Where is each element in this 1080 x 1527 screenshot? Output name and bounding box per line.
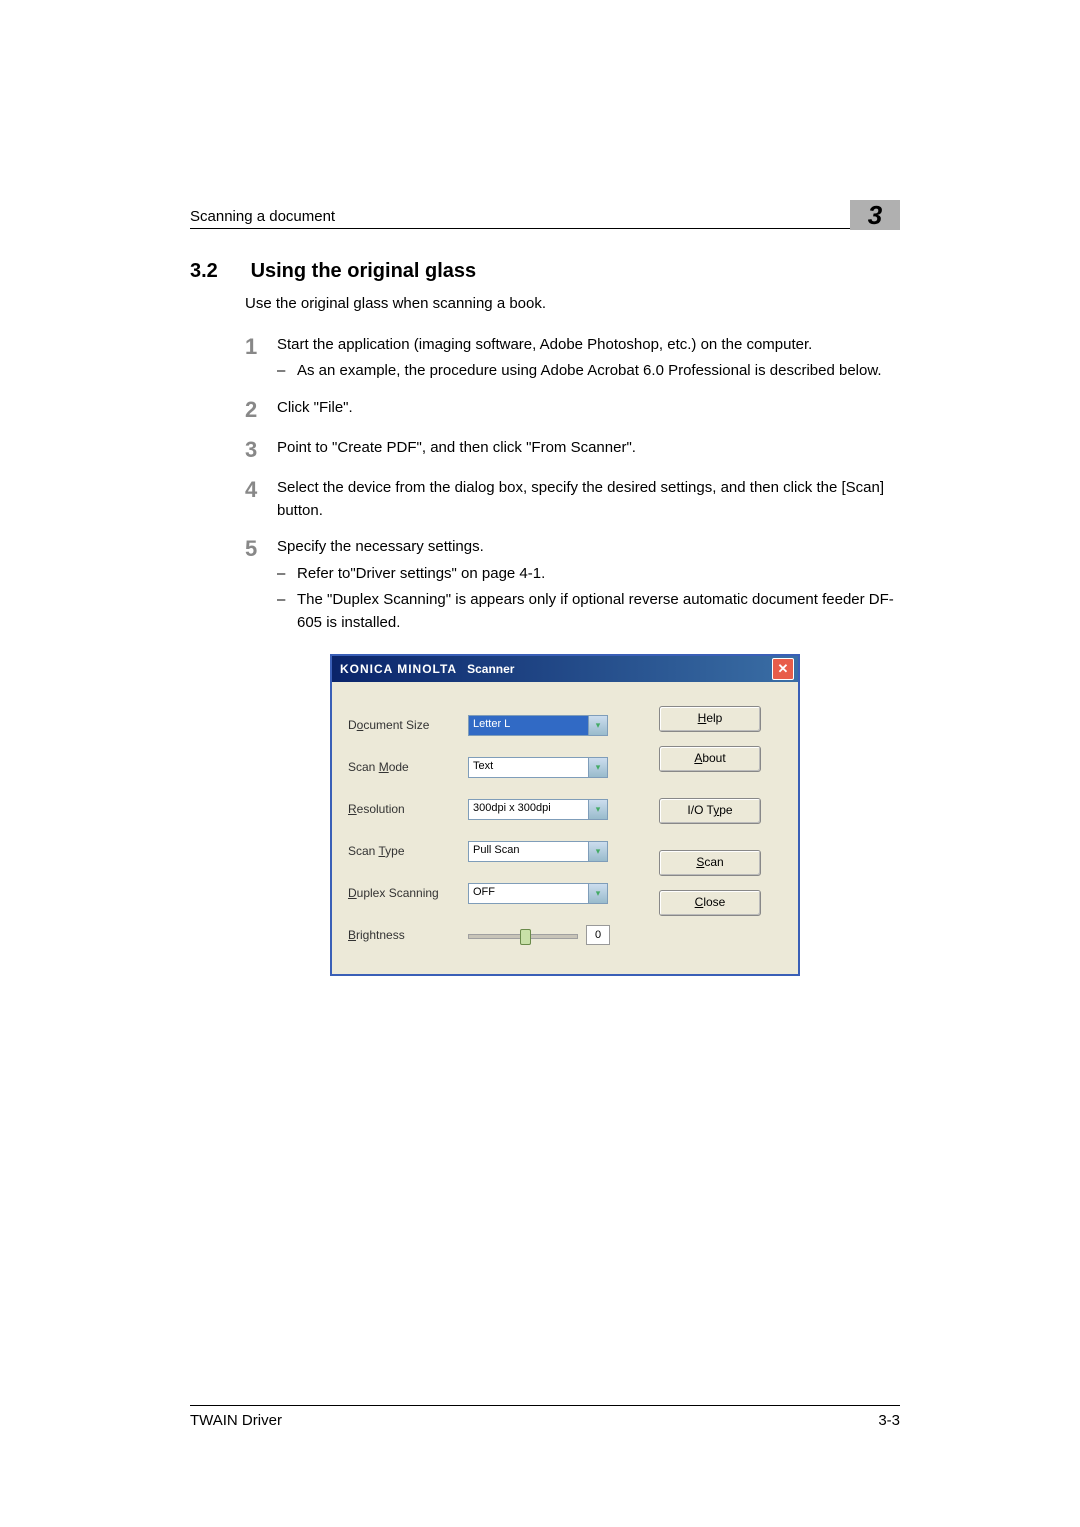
duplex-select[interactable]: OFF ▾ xyxy=(468,883,608,904)
page: Scanning a document 3 3.2 Using the orig… xyxy=(0,0,1080,1527)
dash-icon: – xyxy=(277,589,297,634)
step-body: Point to "Create PDF", and then click "F… xyxy=(277,437,900,463)
titlebar: KONICA MINOLTA Scanner ✕ xyxy=(332,656,798,682)
chevron-down-icon[interactable]: ▾ xyxy=(588,842,607,861)
label-scan-type: Scan Type xyxy=(348,844,468,858)
dialog-body: Document Size Letter L ▾ Scan Mode Text … xyxy=(332,682,798,974)
label-duplex: Duplex Scanning xyxy=(348,886,468,900)
step: 5Specify the necessary settings. –Refer t… xyxy=(245,536,900,634)
label-scan-mode: Scan Mode xyxy=(348,760,468,774)
chevron-down-icon[interactable]: ▾ xyxy=(588,716,607,735)
row-scan-mode: Scan Mode Text ▾ xyxy=(348,746,638,788)
resolution-value: 300dpi x 300dpi xyxy=(469,800,588,819)
step-text: Point to "Create PDF", and then click "F… xyxy=(277,437,900,460)
slider-thumb[interactable] xyxy=(520,929,531,945)
step-list: 1Start the application (imaging software… xyxy=(190,334,900,635)
left-column: Document Size Letter L ▾ Scan Mode Text … xyxy=(348,704,638,956)
chapter-number: 3 xyxy=(868,200,882,231)
step-sub: –As an example, the procedure using Adob… xyxy=(277,360,900,383)
scan-type-select[interactable]: Pull Scan ▾ xyxy=(468,841,608,862)
document-size-value: Letter L xyxy=(469,716,588,735)
close-icon[interactable]: ✕ xyxy=(772,658,794,680)
step-body: Select the device from the dialog box, s… xyxy=(277,477,900,522)
resolution-select[interactable]: 300dpi x 300dpi ▾ xyxy=(468,799,608,820)
iotype-button[interactable]: I/O Type xyxy=(659,798,761,824)
section-title: Using the original glass xyxy=(251,260,477,282)
footer-right: 3-3 xyxy=(878,1412,900,1429)
dialog-screenshot: KONICA MINOLTA Scanner ✕ Document Size L… xyxy=(330,654,800,976)
step-body: Click "File". xyxy=(277,397,900,423)
footer: TWAIN Driver 3-3 xyxy=(190,1405,900,1429)
brightness-value: 0 xyxy=(586,925,610,945)
step-text: Click "File". xyxy=(277,397,900,420)
step-sub-text: As an example, the procedure using Adobe… xyxy=(297,360,900,383)
scan-type-value: Pull Scan xyxy=(469,842,588,861)
scan-mode-select[interactable]: Text ▾ xyxy=(468,757,608,778)
row-duplex: Duplex Scanning OFF ▾ xyxy=(348,872,638,914)
scan-mode-value: Text xyxy=(469,758,588,777)
chevron-down-icon[interactable]: ▾ xyxy=(588,758,607,777)
label-document-size: Document Size xyxy=(348,718,468,732)
title-suffix: Scanner xyxy=(467,662,514,676)
step: 2Click "File". xyxy=(245,397,900,423)
step-number: 4 xyxy=(245,477,277,522)
scan-button[interactable]: Scan xyxy=(659,850,761,876)
step-number: 1 xyxy=(245,334,277,383)
chevron-down-icon[interactable]: ▾ xyxy=(588,884,607,903)
document-size-select[interactable]: Letter L ▾ xyxy=(468,715,608,736)
row-document-size: Document Size Letter L ▾ xyxy=(348,704,638,746)
label-brightness: Brightness xyxy=(348,928,468,942)
step-number: 3 xyxy=(245,437,277,463)
step-body: Start the application (imaging software,… xyxy=(277,334,900,383)
brand: KONICA MINOLTA xyxy=(340,662,457,676)
row-resolution: Resolution 300dpi x 300dpi ▾ xyxy=(348,788,638,830)
step-number: 5 xyxy=(245,536,277,634)
header-rule xyxy=(190,228,900,229)
step: 1Start the application (imaging software… xyxy=(245,334,900,383)
dash-icon: – xyxy=(277,563,297,586)
section-number: 3.2 xyxy=(190,260,245,283)
step-sub-text: The "Duplex Scanning" is appears only if… xyxy=(297,589,900,634)
chevron-down-icon[interactable]: ▾ xyxy=(588,800,607,819)
step-text: Select the device from the dialog box, s… xyxy=(277,477,900,522)
section-intro: Use the original glass when scanning a b… xyxy=(245,293,900,316)
step-sub: –The "Duplex Scanning" is appears only i… xyxy=(277,589,900,634)
step-sub: –Refer to"Driver settings" on page 4-1. xyxy=(277,563,900,586)
scanner-dialog: KONICA MINOLTA Scanner ✕ Document Size L… xyxy=(330,654,800,976)
step-sub-text: Refer to"Driver settings" on page 4-1. xyxy=(297,563,900,586)
row-scan-type: Scan Type Pull Scan ▾ xyxy=(348,830,638,872)
step-number: 2 xyxy=(245,397,277,423)
footer-left: TWAIN Driver xyxy=(190,1412,282,1429)
step: 3Point to "Create PDF", and then click "… xyxy=(245,437,900,463)
dash-icon: – xyxy=(277,360,297,383)
running-head: Scanning a document xyxy=(190,208,335,225)
brightness-slider[interactable] xyxy=(468,926,578,944)
step-text: Specify the necessary settings. xyxy=(277,536,900,559)
about-button[interactable]: About xyxy=(659,746,761,772)
duplex-value: OFF xyxy=(469,884,588,903)
section-heading: 3.2 Using the original glass xyxy=(190,260,900,283)
row-brightness: Brightness 0 xyxy=(348,914,638,956)
right-column: Help About I/O Type Scan Close xyxy=(638,704,782,956)
step-body: Specify the necessary settings. –Refer to… xyxy=(277,536,900,634)
close-button[interactable]: Close xyxy=(659,890,761,916)
label-resolution: Resolution xyxy=(348,802,468,816)
step-text: Start the application (imaging software,… xyxy=(277,334,900,357)
help-button[interactable]: Help xyxy=(659,706,761,732)
chapter-badge: 3 xyxy=(850,200,900,230)
step: 4Select the device from the dialog box, … xyxy=(245,477,900,522)
